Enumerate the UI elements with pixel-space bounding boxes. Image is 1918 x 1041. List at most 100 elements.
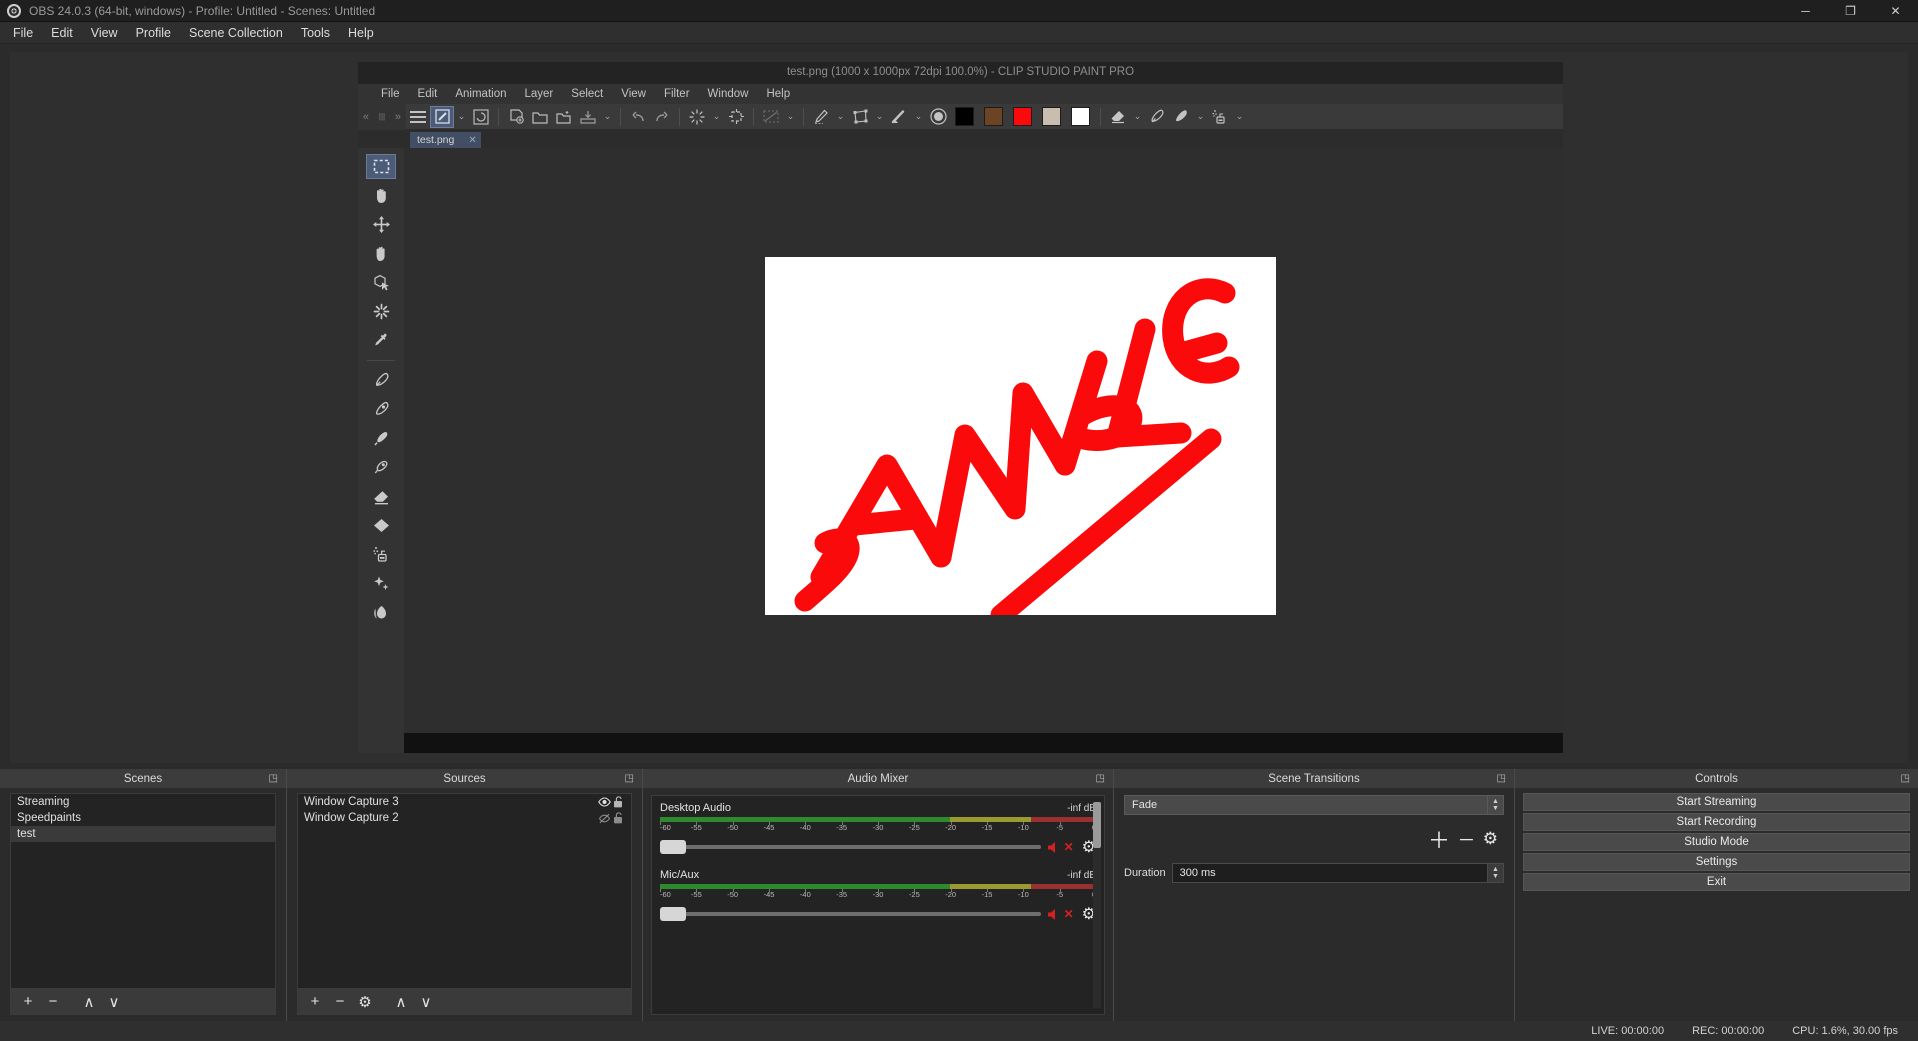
volume-slider[interactable] — [660, 907, 1041, 921]
color-swatch-beige[interactable] — [1042, 107, 1061, 126]
stepper-up-glyph[interactable]: ▲ — [1492, 866, 1499, 873]
exit-button[interactable]: Exit — [1523, 873, 1910, 891]
move-scene-up-button[interactable]: ∧ — [78, 991, 100, 1013]
transition-select-chevron-icon[interactable]: ▲ ▼ — [1487, 796, 1503, 814]
mute-speaker-icon[interactable] — [1047, 841, 1062, 854]
ruler-chevron-down-icon[interactable]: ⌄ — [911, 111, 926, 122]
volume-slider[interactable] — [660, 840, 1041, 854]
transition-type-select[interactable]: Fade ▲ ▼ — [1124, 795, 1504, 815]
new-illustration-chevron-down-icon[interactable]: ⌄ — [454, 111, 469, 122]
menu-edit[interactable]: Edit — [42, 23, 82, 43]
open-file-icon[interactable] — [528, 106, 552, 128]
clear-chevron-down-icon[interactable]: ⌄ — [709, 111, 724, 122]
volume-slider-handle[interactable] — [660, 907, 686, 921]
csp-canvas-area[interactable] — [404, 148, 1563, 753]
pencil-tool-icon[interactable] — [1169, 106, 1193, 128]
new-illustration-icon[interactable] — [430, 105, 454, 128]
csp-menu-edit[interactable]: Edit — [409, 86, 447, 102]
start-recording-button[interactable]: Start Recording — [1523, 813, 1910, 831]
minimize-button[interactable]: ─ — [1783, 0, 1828, 22]
eyedropper-tool-icon[interactable] — [366, 328, 396, 353]
duration-input[interactable]: 300 ms ▲ ▼ — [1171, 863, 1504, 883]
volume-slider-handle[interactable] — [660, 840, 686, 854]
audio-mixer-scrollbar[interactable] — [1093, 802, 1101, 1008]
csp-document-tab[interactable]: test.png ✕ — [410, 132, 481, 148]
menu-help[interactable]: Help — [339, 23, 383, 43]
preview-canvas[interactable]: test.png (1000 x 1000px 72dpi 100.0%) - … — [10, 52, 1908, 763]
transform-chevron-down-icon[interactable]: ⌄ — [872, 111, 887, 122]
move-tool-icon[interactable] — [366, 212, 396, 237]
lock-open-icon[interactable] — [611, 812, 625, 824]
new-document-icon[interactable] — [504, 106, 528, 128]
csp-menu-select[interactable]: Select — [562, 86, 612, 102]
clear-selection-icon[interactable] — [685, 106, 709, 128]
eraser-chevron-down-icon[interactable]: ⌄ — [1130, 111, 1145, 122]
mute-x-icon[interactable]: ✕ — [1064, 907, 1074, 921]
csp-document-paper[interactable] — [765, 257, 1276, 615]
maximize-button[interactable]: ❐ — [1828, 0, 1873, 22]
crop-icon[interactable] — [724, 106, 748, 128]
blend-tool-icon[interactable] — [366, 513, 396, 538]
audio-mixer-float-icon[interactable]: ◳ — [1096, 773, 1105, 784]
scene-list-item-selected[interactable]: test — [11, 826, 275, 842]
csp-menu-animation[interactable]: Animation — [446, 86, 515, 102]
redo-icon[interactable] — [650, 106, 674, 128]
airbrush-chevron-down-icon[interactable]: ⌄ — [1232, 111, 1247, 122]
move-source-up-button[interactable]: ∧ — [390, 991, 412, 1013]
save-chevron-down-icon[interactable]: ⌄ — [600, 111, 615, 122]
color-swatch-white[interactable] — [1071, 107, 1090, 126]
mute-x-icon[interactable]: ✕ — [1064, 840, 1074, 854]
collapse-right-icon[interactable]: » — [395, 111, 401, 123]
color-swatch-red[interactable] — [1013, 107, 1032, 126]
open-recent-icon[interactable] — [552, 106, 576, 128]
fill-tool-icon[interactable] — [366, 600, 396, 625]
start-streaming-button[interactable]: Start Streaming — [1523, 793, 1910, 811]
color-swatch-brown[interactable] — [984, 107, 1003, 126]
pen-tool-icon[interactable] — [1145, 106, 1169, 128]
new-animation-icon[interactable] — [469, 106, 493, 128]
save-icon[interactable] — [576, 106, 600, 128]
add-source-button[interactable]: + — [304, 991, 326, 1013]
pen-select-chevron-down-icon[interactable]: ⌄ — [833, 111, 848, 122]
add-transition-button[interactable]: ＋ — [1428, 823, 1450, 855]
menu-tools[interactable]: Tools — [292, 23, 339, 43]
audio-mixer-scrollbar-thumb[interactable] — [1093, 802, 1101, 848]
eraser-icon[interactable] — [1106, 106, 1130, 128]
remove-source-button[interactable]: − — [329, 991, 351, 1013]
settings-button[interactable]: Settings — [1523, 853, 1910, 871]
scene-list-item[interactable]: Streaming — [11, 794, 275, 810]
pen-select-icon[interactable] — [809, 106, 833, 128]
source-list-item[interactable]: Window Capture 2 — [298, 810, 631, 826]
sources-list[interactable]: Window Capture 3 Window Capture 2 — [297, 793, 632, 989]
eye-hidden-icon[interactable] — [597, 813, 611, 824]
source-properties-gear-icon[interactable]: ⚙ — [354, 991, 376, 1013]
spray-tool-icon[interactable] — [366, 542, 396, 567]
duration-stepper[interactable]: ▲ ▼ — [1487, 864, 1503, 882]
close-button[interactable]: ✕ — [1873, 0, 1918, 22]
ruler-icon[interactable] — [887, 106, 911, 128]
transition-properties-gear-icon[interactable]: ⚙ — [1483, 829, 1498, 849]
scenes-list[interactable]: Streaming Speedpaints test — [10, 793, 276, 989]
object-operation-tool-icon[interactable] — [366, 270, 396, 295]
csp-menu-help[interactable]: Help — [757, 86, 799, 102]
csp-menu-filter[interactable]: Filter — [655, 86, 699, 102]
airbrush-icon[interactable] — [1208, 106, 1232, 128]
menu-profile[interactable]: Profile — [127, 23, 180, 43]
decoration-tool-icon[interactable] — [366, 571, 396, 596]
source-list-item[interactable]: Window Capture 3 — [298, 794, 631, 810]
move-scene-down-button[interactable]: ∨ — [103, 991, 125, 1013]
eraser-tool-icon[interactable] — [366, 484, 396, 509]
remove-scene-button[interactable]: − — [42, 991, 64, 1013]
csp-document-tab-close-icon[interactable]: ✕ — [468, 135, 476, 146]
menu-scene-collection[interactable]: Scene Collection — [180, 23, 292, 43]
mute-speaker-icon[interactable] — [1047, 908, 1062, 921]
marquee-selection-tool-icon[interactable] — [366, 154, 396, 179]
airbrush-tool-icon[interactable] — [366, 455, 396, 480]
studio-mode-button[interactable]: Studio Mode — [1523, 833, 1910, 851]
csp-menu-view[interactable]: View — [612, 86, 655, 102]
deselect-chevron-down-icon[interactable]: ⌄ — [783, 111, 798, 122]
add-scene-button[interactable]: + — [17, 991, 39, 1013]
remove-transition-button[interactable]: ─ — [1460, 829, 1473, 850]
scenes-float-icon[interactable]: ◳ — [269, 773, 278, 784]
menu-file[interactable]: File — [4, 23, 42, 43]
